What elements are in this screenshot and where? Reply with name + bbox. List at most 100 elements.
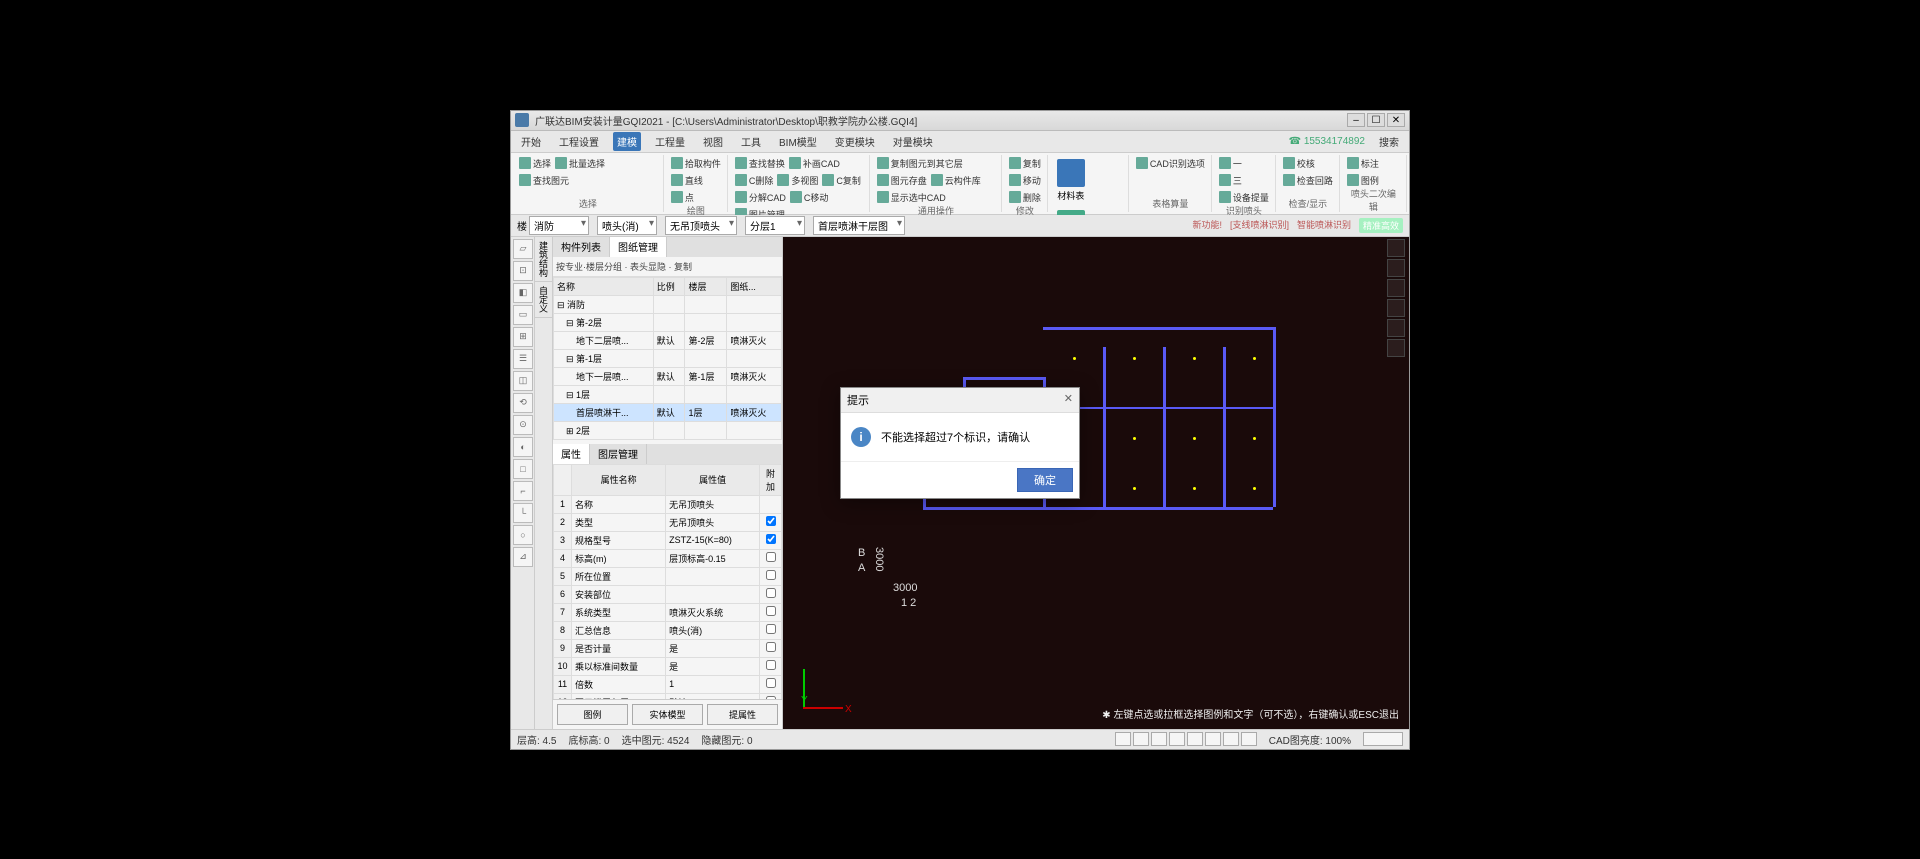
view-btn-8[interactable] <box>1241 732 1257 746</box>
btn-cad-recognize-opts[interactable]: CAD识别选项 <box>1136 157 1205 170</box>
menu-change[interactable]: 变更模块 <box>831 132 879 151</box>
side-tool-12[interactable]: ⌐ <box>513 481 533 501</box>
prop-row[interactable]: 9 是否计量是 <box>554 639 782 657</box>
side-tool-10[interactable]: ◐ <box>513 437 533 457</box>
btn-c-copy[interactable]: C复制 <box>822 174 861 187</box>
selector-layer[interactable]: 分层1 <box>745 216 805 235</box>
link-branch[interactable]: [支线喷淋识别] <box>1230 218 1289 233</box>
rtool-4[interactable] <box>1387 299 1405 317</box>
rtool-5[interactable] <box>1387 319 1405 337</box>
side-tool-2[interactable]: ⊡ <box>513 261 533 281</box>
prop-row[interactable]: 3 规格型号ZSTZ-15(K=80) <box>554 531 782 549</box>
prop-row[interactable]: 4 标高(m)层顶标高-0.15 <box>554 549 782 567</box>
view-btn-4[interactable] <box>1169 732 1185 746</box>
cat-building[interactable]: 建筑结构 <box>535 237 552 282</box>
btn-copy[interactable]: 复制 <box>1009 157 1041 170</box>
btn-show-cad[interactable]: 显示选中CAD <box>877 191 946 204</box>
prop-checkbox[interactable] <box>766 660 776 670</box>
rtool-3[interactable] <box>1387 279 1405 297</box>
selector-type[interactable]: 无吊顶喷头 <box>665 216 737 235</box>
tab-properties[interactable]: 属性 <box>553 444 590 464</box>
side-tool-8[interactable]: ⟲ <box>513 393 533 413</box>
side-tool-11[interactable]: □ <box>513 459 533 479</box>
prop-row[interactable]: 10 乘以标准间数量是 <box>554 657 782 675</box>
rtool-6[interactable] <box>1387 339 1405 357</box>
maximize-button[interactable]: ☐ <box>1367 113 1385 127</box>
prop-checkbox[interactable] <box>766 516 776 526</box>
side-tool-4[interactable]: ▭ <box>513 305 533 325</box>
prop-checkbox[interactable] <box>766 624 776 634</box>
prop-checkbox[interactable] <box>766 552 776 562</box>
dialog-close-button[interactable]: ✕ <box>1064 392 1073 408</box>
dialog-ok-button[interactable]: 确定 <box>1017 468 1073 492</box>
btn-3d-model[interactable]: 实体模型 <box>632 704 703 725</box>
btn-sprinkler-1[interactable]: 一 <box>1219 157 1269 170</box>
menu-search[interactable]: 搜索 <box>1375 132 1403 151</box>
btn-cloud-lib[interactable]: 云构件库 <box>931 174 981 187</box>
panel-toolbar[interactable]: 按专业·楼层分组 · 表头显隐 · 复制 <box>553 257 782 277</box>
btn-move[interactable]: 移动 <box>1009 174 1041 187</box>
side-tool-6[interactable]: ☰ <box>513 349 533 369</box>
btn-select[interactable]: 选择 <box>519 157 551 170</box>
prop-row[interactable]: 1 名称无吊顶喷头 <box>554 495 782 513</box>
btn-delete[interactable]: 删除 <box>1009 191 1041 204</box>
side-tool-3[interactable]: ◧ <box>513 283 533 303</box>
prop-checkbox[interactable] <box>766 570 776 580</box>
prop-row[interactable]: 7 系统类型喷淋灭火系统 <box>554 603 782 621</box>
tab-component-list[interactable]: 构件列表 <box>553 237 610 257</box>
prop-row[interactable]: 11 倍数1 <box>554 675 782 693</box>
tree-row[interactable]: 地下一层喷...默认第-1层喷淋灭火 <box>554 367 782 385</box>
link-precise[interactable]: 精准高效 <box>1359 218 1403 233</box>
btn-point[interactable]: 点 <box>671 191 721 204</box>
view-btn-5[interactable] <box>1187 732 1203 746</box>
menu-start[interactable]: 开始 <box>517 132 545 151</box>
menu-modeling[interactable]: 建模 <box>613 132 641 151</box>
side-tool-5[interactable]: ⊞ <box>513 327 533 347</box>
menu-view[interactable]: 视图 <box>699 132 727 151</box>
brightness-slider[interactable] <box>1363 732 1403 746</box>
prop-row[interactable]: 8 汇总信息喷头(消) <box>554 621 782 639</box>
view-btn-2[interactable] <box>1133 732 1149 746</box>
tree-row[interactable]: ⊞ 2层 <box>554 421 782 439</box>
minimize-button[interactable]: ‒ <box>1347 113 1365 127</box>
side-tool-13[interactable]: └ <box>513 503 533 523</box>
menu-bim[interactable]: BIM模型 <box>775 132 821 151</box>
menu-compare[interactable]: 对量模块 <box>889 132 937 151</box>
close-button[interactable]: ✕ <box>1387 113 1405 127</box>
btn-sprinkler-3[interactable]: 设备提量 <box>1219 191 1269 204</box>
prop-checkbox[interactable] <box>766 678 776 688</box>
side-tool-1[interactable]: ▱ <box>513 239 533 259</box>
selector-sheet[interactable]: 首层喷淋干层图 <box>813 216 905 235</box>
selector-component[interactable]: 喷头(消) <box>597 216 657 235</box>
btn-find-replace[interactable]: 查找替换 <box>735 157 785 170</box>
tree-row[interactable]: ⊟ 第-2层 <box>554 313 782 331</box>
side-tool-15[interactable]: ⊿ <box>513 547 533 567</box>
btn-material-table[interactable]: 材料表 <box>1055 157 1087 204</box>
btn-c-move[interactable]: C移动 <box>790 191 829 204</box>
tree-row[interactable]: 地下二层喷...默认第-2层喷淋灭火 <box>554 331 782 349</box>
btn-pick[interactable]: 拾取构件 <box>671 157 721 170</box>
btn-c-delete[interactable]: C删除 <box>735 174 774 187</box>
tree-row[interactable]: 首层喷淋干...默认1层喷淋灭火 <box>554 403 782 421</box>
view-btn-6[interactable] <box>1205 732 1221 746</box>
btn-annotate[interactable]: 标注 <box>1347 157 1379 170</box>
view-btn-3[interactable] <box>1151 732 1167 746</box>
btn-find-element[interactable]: 查找图元 <box>519 174 569 187</box>
tab-drawing-mgr[interactable]: 图纸管理 <box>610 237 667 257</box>
btn-legend[interactable]: 图例 <box>1347 174 1379 187</box>
prop-checkbox[interactable] <box>766 606 776 616</box>
menu-tools[interactable]: 工具 <box>737 132 765 151</box>
btn-split-cad[interactable]: 分解CAD <box>735 191 786 204</box>
btn-legend[interactable]: 图例 <box>557 704 628 725</box>
prop-checkbox[interactable] <box>766 534 776 544</box>
menu-project-settings[interactable]: 工程设置 <box>555 132 603 151</box>
rtool-2[interactable] <box>1387 259 1405 277</box>
cat-custom[interactable]: 自定义 <box>535 282 552 318</box>
tree-row[interactable]: ⊟ 1层 <box>554 385 782 403</box>
side-tool-9[interactable]: ⊙ <box>513 415 533 435</box>
prop-checkbox[interactable] <box>766 588 776 598</box>
btn-line[interactable]: 直线 <box>671 174 721 187</box>
selector-floor[interactable]: 楼消防 <box>517 216 589 235</box>
btn-copy-to-floor[interactable]: 复制图元到其它层 <box>877 157 963 170</box>
link-smart[interactable]: 智能喷淋识别 <box>1297 218 1351 233</box>
